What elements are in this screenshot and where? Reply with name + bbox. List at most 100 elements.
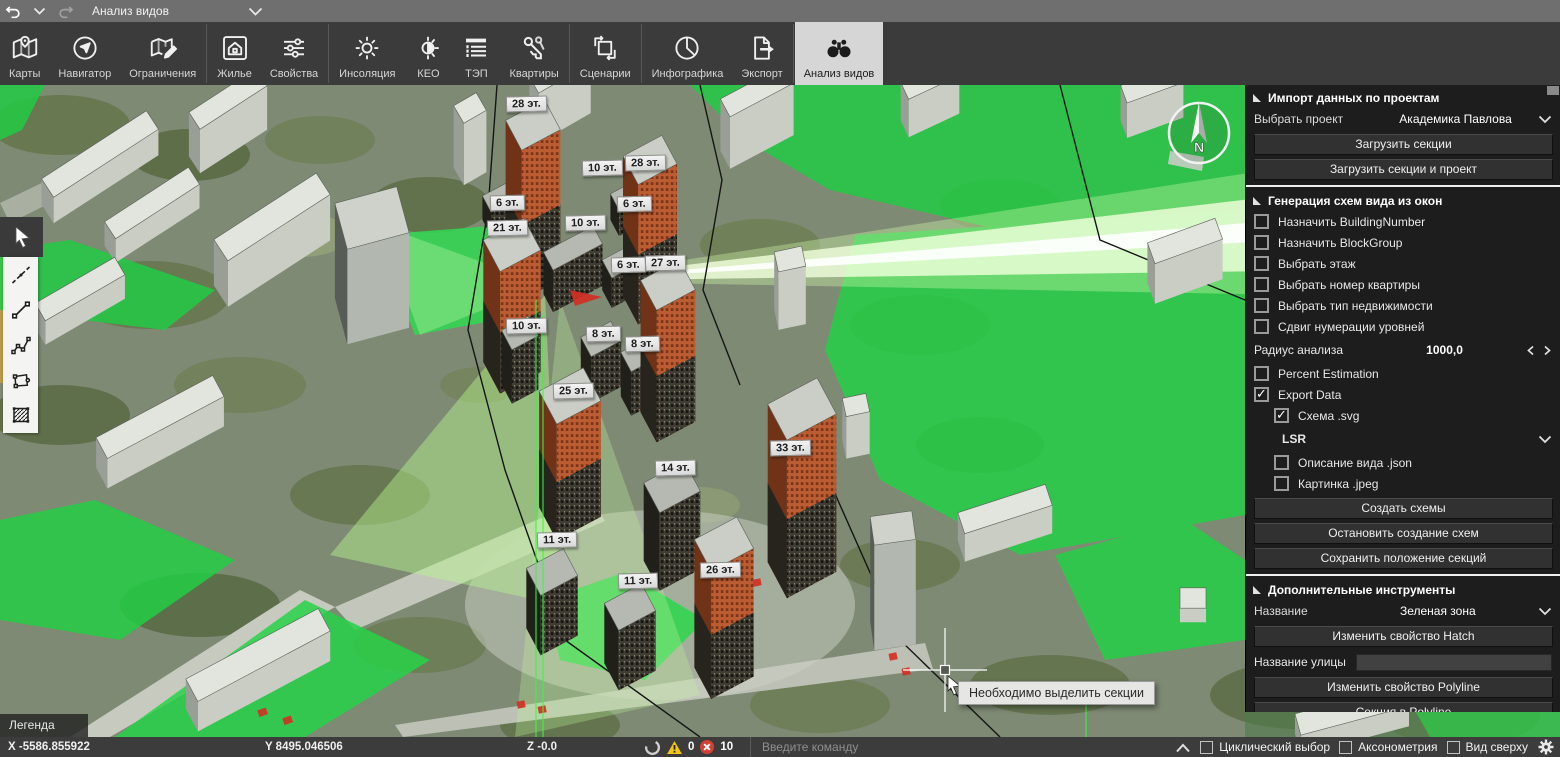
tab-view-analysis[interactable]: Анализ видов (795, 22, 884, 85)
insolation-icon (352, 28, 382, 68)
redo-icon[interactable] (52, 0, 78, 22)
lsr-template-select[interactable]: LSR (1282, 428, 1552, 450)
undo-dropdown-icon[interactable] (26, 0, 52, 22)
checkbox-apartment-number[interactable]: Выбрать номер квартиры (1246, 274, 1560, 295)
floor-label: 10 эт. (506, 317, 547, 334)
navigator-icon (70, 28, 100, 68)
floor-label: 11 эт. (618, 572, 658, 589)
checkbox-block-group[interactable]: Назначить BlockGroup (1246, 232, 1560, 253)
change-hatch-button[interactable]: Изменить свойство Hatch (1254, 626, 1553, 647)
legend-panel-header[interactable]: Легенда (0, 714, 88, 737)
apartments-icon (519, 28, 549, 68)
hatch-icon (9, 403, 33, 427)
tab-tep[interactable]: ТЭП (452, 22, 500, 85)
section-import-header[interactable]: Импорт данных по проектам (1246, 85, 1560, 108)
checkbox-building-number[interactable]: Назначить BuildingNumber (1246, 211, 1560, 232)
checkbox-box[interactable] (1254, 298, 1269, 313)
checkbox-realty-type[interactable]: Выбрать тип недвижимости (1246, 295, 1560, 316)
section-to-polyline-button[interactable]: Секция в Polyline (1254, 702, 1553, 712)
load-sections-button[interactable]: Загрузить секции (1254, 134, 1553, 155)
checkbox-box[interactable] (1254, 256, 1269, 271)
floor-label: 10 эт. (582, 159, 623, 176)
expand-icon[interactable] (1175, 742, 1191, 753)
analysis-radius-value[interactable]: 1000,0 (1343, 343, 1526, 357)
tool-line[interactable] (3, 292, 38, 327)
checkbox-box[interactable] (1254, 387, 1269, 402)
tool-polyline[interactable] (3, 327, 38, 362)
title-dropdown-icon[interactable] (242, 0, 268, 22)
checkbox-box[interactable] (1254, 366, 1269, 381)
tool-construction-line[interactable] (3, 257, 38, 292)
tab-housing[interactable]: Жилье (208, 22, 261, 85)
checkbox-box[interactable] (1447, 741, 1460, 754)
stop-schemas-button[interactable]: Остановить создание схем (1254, 523, 1553, 544)
tab-infographics[interactable]: Инфографика (643, 22, 733, 85)
tab-apartments[interactable]: Квартиры (500, 22, 567, 85)
checkbox-box[interactable] (1274, 455, 1289, 470)
checkbox-level-offset[interactable]: Сдвиг нумерации уровней (1246, 316, 1560, 337)
load-sections-project-button[interactable]: Загрузить секции и проект (1254, 159, 1553, 180)
checkbox-choose-floor[interactable]: Выбрать этаж (1246, 253, 1560, 274)
tab-restrictions[interactable]: Ограничения (120, 22, 205, 85)
save-sections-position-button[interactable]: Сохранить положение секций (1254, 548, 1553, 569)
checkbox-box[interactable] (1254, 319, 1269, 334)
checkbox-box[interactable] (1200, 741, 1213, 754)
change-polyline-button[interactable]: Изменить свойство Polyline (1254, 677, 1553, 698)
toggle-axonometry[interactable]: Аксонометрия (1339, 740, 1437, 754)
checkbox-box[interactable] (1274, 476, 1289, 491)
tab-keo[interactable]: КЕО (404, 22, 452, 85)
checkbox-percent-estimation[interactable]: Percent Estimation (1246, 363, 1560, 384)
street-name-input[interactable] (1356, 654, 1552, 671)
create-schemas-button[interactable]: Создать схемы (1254, 498, 1553, 519)
tool-polygon[interactable] (3, 363, 38, 398)
tab-insolation[interactable]: Инсоляция (330, 22, 404, 85)
undo-icon[interactable] (0, 0, 26, 22)
error-icon[interactable] (699, 739, 715, 755)
checkbox-export-data[interactable]: Export Data (1246, 384, 1560, 405)
spinner-arrows-icon[interactable] (1526, 345, 1552, 356)
chevron-down-icon[interactable] (1538, 115, 1552, 124)
section-generation-header[interactable]: Генерация схем вида из окон (1246, 188, 1560, 211)
chevron-down-icon[interactable] (1538, 607, 1552, 616)
checkbox-box[interactable] (1274, 408, 1289, 423)
checkbox-json-description[interactable]: Описание вида .json (1246, 452, 1560, 473)
ribbon-toolbar: Карты Навигатор Ограничения Жилье Свойст… (0, 22, 1560, 85)
floor-label: 6 эт. (490, 195, 525, 212)
toggle-top-view[interactable]: Вид сверху (1447, 740, 1529, 754)
tab-navigator[interactable]: Навигатор (49, 22, 120, 85)
chevron-down-icon[interactable] (1538, 435, 1552, 444)
section-extra-tools-header[interactable]: Дополнительные инструменты (1246, 577, 1560, 600)
cursor-icon (11, 225, 33, 249)
line-icon (9, 298, 33, 322)
toggle-cyclic-selection[interactable]: Циклический выбор (1200, 740, 1330, 754)
tool-select[interactable] (0, 217, 43, 257)
checkbox-jpeg-image[interactable]: Картинка .jpeg (1246, 473, 1560, 494)
tab-properties[interactable]: Свойства (261, 22, 327, 85)
checkbox-box[interactable] (1339, 741, 1352, 754)
tool-hatch[interactable] (3, 398, 38, 433)
checkbox-schema-svg[interactable]: Схема .svg (1246, 405, 1560, 426)
zone-name-value[interactable]: Зеленая зона (1308, 604, 1538, 618)
compass-icon[interactable]: N (1160, 93, 1238, 175)
error-count: 10 (720, 741, 733, 753)
view-analysis-panel: Импорт данных по проектам Выбрать проект… (1245, 85, 1560, 712)
scenarios-icon (590, 28, 620, 68)
tep-icon (461, 28, 491, 68)
checkbox-box[interactable] (1254, 235, 1269, 250)
floor-label: 11 эт. (537, 531, 577, 548)
checkbox-box[interactable] (1254, 277, 1269, 292)
zone-name-label: Название (1254, 604, 1308, 618)
floor-label: 10 эт. (565, 214, 606, 231)
panel-scrollbar[interactable] (1547, 86, 1559, 95)
ribbon-separator (206, 24, 207, 83)
warning-icon[interactable] (666, 740, 683, 755)
tab-maps[interactable]: Карты (0, 22, 49, 85)
coord-y: Y 8495.046506 (265, 737, 343, 757)
checkbox-box[interactable] (1254, 214, 1269, 229)
tab-export[interactable]: Экспорт (732, 22, 791, 85)
settings-gear-icon[interactable] (1537, 738, 1555, 756)
command-input[interactable]: Введите команду (762, 737, 1162, 757)
project-select-value[interactable]: Академика Павлова (1343, 112, 1538, 126)
tab-scenarios[interactable]: Сценарии (571, 22, 640, 85)
zone-name-select-row: Название Зеленая зона (1254, 600, 1552, 622)
